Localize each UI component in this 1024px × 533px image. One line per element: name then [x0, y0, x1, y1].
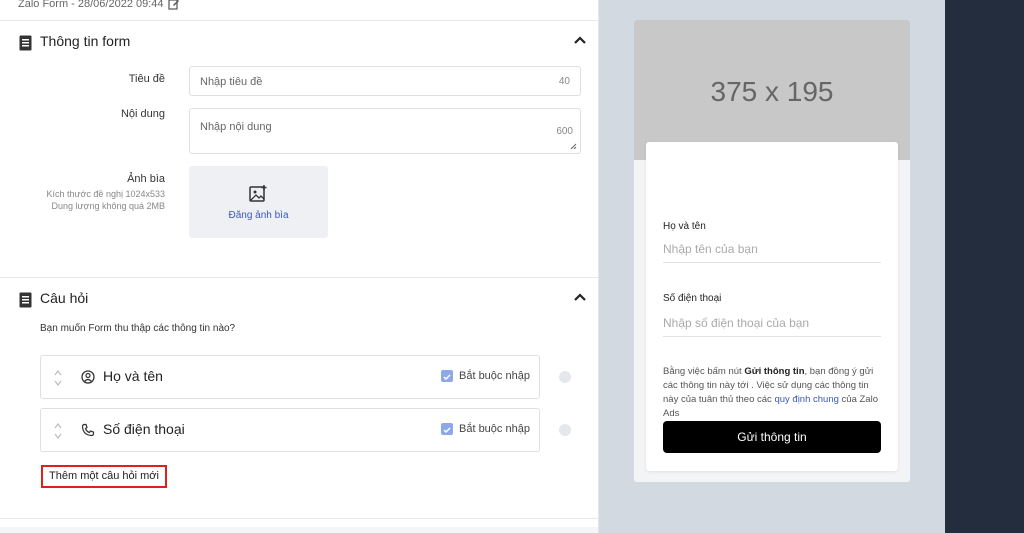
question-row[interactable]: Họ và tên Bắt buộc nhập [40, 355, 540, 399]
upload-cover-label: Đăng ảnh bìa [228, 210, 289, 221]
chevron-up-icon[interactable] [573, 35, 587, 45]
phone-field-label: Số điện thoại [663, 293, 722, 304]
image-upload-icon [249, 185, 267, 202]
consent-text: Bằng việc bấm nút Gửi thông tin, bạn đồn… [663, 365, 885, 421]
terms-link[interactable]: quy định chung [774, 394, 838, 405]
question-row[interactable]: Số điện thoại Bắt buộc nhập [40, 408, 540, 452]
cover-size-text: 375 x 195 [710, 76, 834, 107]
consent-bold: Gửi thông tin [744, 366, 805, 377]
required-checkbox[interactable] [441, 370, 453, 382]
section-divider [0, 518, 598, 519]
questions-title: Câu hỏi [40, 290, 89, 306]
title-label: Tiêu đề [128, 73, 165, 85]
chevron-up-icon[interactable] [573, 292, 587, 302]
bottom-strip [0, 527, 598, 533]
questions-icon [19, 292, 32, 308]
required-label: Bắt buộc nhập [459, 370, 530, 382]
form-editor-panel: Zalo Form - 28/06/2022 09:44 Thông tin f… [0, 0, 599, 533]
form-info-icon [19, 35, 32, 51]
form-info-header[interactable]: Thông tin form [0, 21, 598, 61]
cover-size-hint: Kích thước đề nghị 1024x533 [46, 189, 165, 199]
content-textarea[interactable]: Nhập nội dung 600 [189, 108, 581, 154]
preview-form-card: Họ và tên Nhập tên của bạn Số điện thoại… [646, 142, 898, 471]
submit-button[interactable]: Gửi thông tin [663, 421, 881, 453]
cover-weight-hint: Dung lượng không quá 2MB [51, 201, 166, 211]
edit-icon[interactable] [168, 0, 180, 10]
check-icon [443, 374, 451, 381]
form-info-title: Thông tin form [40, 33, 131, 49]
content-label: Nội dung [120, 108, 165, 120]
title-char-limit: 40 [558, 76, 570, 87]
form-name: Zalo Form - 28/06/2022 09:44 [18, 0, 164, 10]
add-question-button[interactable]: Thêm một câu hỏi mới [41, 465, 167, 488]
phone-icon [81, 423, 95, 437]
drag-handle-icon[interactable] [54, 422, 62, 440]
questions-prompt: Bạn muốn Form thu thập các thông tin nào… [40, 323, 236, 334]
required-label: Bắt buộc nhập [459, 423, 530, 435]
cover-label: Ảnh bìa [127, 173, 165, 185]
consent-text-part: Bằng việc bấm nút [663, 366, 745, 377]
remove-question-icon[interactable] [559, 424, 571, 436]
question-label: Họ và tên [103, 368, 163, 384]
remove-question-icon[interactable] [559, 371, 571, 383]
required-checkbox[interactable] [441, 423, 453, 435]
upload-cover-button[interactable]: Đăng ảnh bìa [189, 166, 328, 238]
phone-field[interactable]: Nhập số điện thoại của bạn [663, 316, 881, 337]
name-field-label: Họ và tên [663, 221, 706, 232]
name-field[interactable]: Nhập tên của bạn [663, 242, 881, 263]
question-label: Số điện thoại [103, 421, 185, 437]
drag-handle-icon[interactable] [54, 369, 62, 387]
user-circle-icon [81, 370, 95, 384]
questions-header[interactable]: Câu hỏi [0, 278, 598, 318]
resize-handle-icon[interactable] [570, 143, 577, 150]
cover-image-placeholder: 375 x 195 [634, 20, 910, 160]
form-topbar: Zalo Form - 28/06/2022 09:44 [0, 0, 598, 21]
content-char-limit: 600 [556, 126, 573, 137]
title-placeholder: Nhập tiêu đề [200, 76, 263, 88]
dark-side-panel [945, 0, 1024, 533]
check-icon [443, 427, 451, 434]
title-input[interactable]: Nhập tiêu đề 40 [189, 66, 581, 96]
content-placeholder: Nhập nội dung [200, 121, 272, 133]
